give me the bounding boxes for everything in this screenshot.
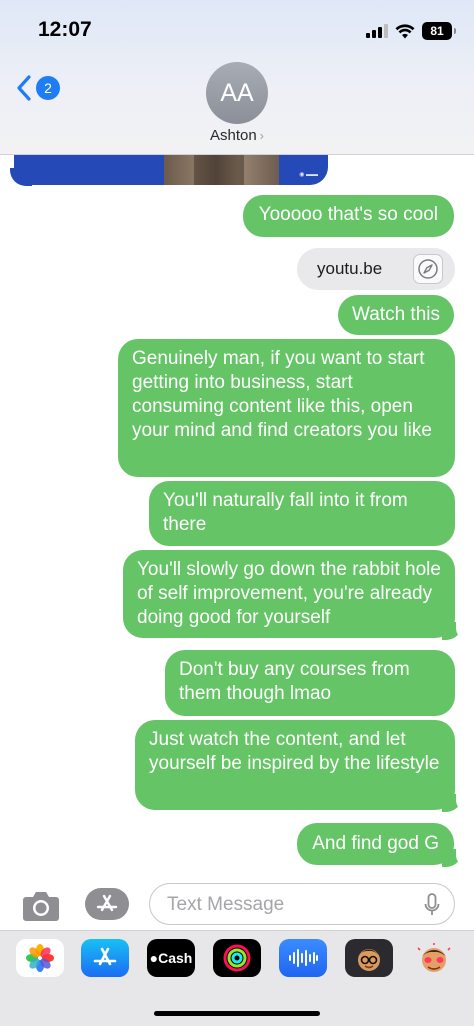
apple-cash-label: Cash: [158, 950, 193, 966]
message-input-placeholder: Text Message: [167, 894, 285, 915]
sent-message-bubble[interactable]: Genuinely man, if you want to start gett…: [118, 339, 455, 477]
battery-indicator: 81: [422, 22, 456, 40]
sent-message-bubble[interactable]: Just watch the content, and let yourself…: [135, 720, 455, 810]
microphone-icon[interactable]: [424, 893, 440, 917]
messages-screen: 12:07 81 2 AA Ashton › ◉ ▬▬ Yooooo that'…: [0, 0, 474, 1026]
sent-message-bubble[interactable]: Don't buy any courses from them though l…: [165, 650, 455, 716]
sent-message-bubble[interactable]: And find god G: [297, 823, 454, 865]
image-watermark-icon: ◉ ▬▬: [299, 172, 318, 178]
chevron-right-icon: ›: [259, 128, 265, 143]
apple-cash-app-icon[interactable]: ●Cash: [147, 939, 195, 977]
memoji-stickers-app-icon[interactable]: [410, 939, 458, 977]
link-preview-domain: youtu.be: [317, 259, 383, 278]
sent-message-bubble[interactable]: Yooooo that's so cool: [242, 195, 454, 237]
app-store-app-icon[interactable]: [81, 939, 129, 977]
status-time: 12:07: [38, 18, 92, 41]
bubble-tail-mask: [456, 620, 470, 640]
chevron-left-icon: [17, 75, 31, 101]
bubble-tail-mask: [456, 847, 470, 867]
unread-count-badge: 2: [36, 76, 60, 100]
status-indicators: 81: [366, 20, 456, 42]
photos-app-icon[interactable]: [16, 939, 64, 977]
camera-button[interactable]: [22, 888, 60, 922]
cellular-signal-icon: [366, 24, 388, 38]
sent-message-bubble[interactable]: You'll naturally fall into it from there: [149, 481, 455, 546]
camera-icon: [23, 892, 59, 921]
sent-message-bubble[interactable]: You'll slowly go down the rabbit hole of…: [123, 550, 455, 638]
contact-name: Ashton: [209, 127, 257, 144]
back-button[interactable]: 2: [16, 75, 60, 101]
bubble-tail-mask: [456, 792, 470, 812]
sent-message-bubble[interactable]: Watch this: [338, 295, 454, 335]
received-image-attachment[interactable]: ◉ ▬▬: [14, 150, 328, 185]
memoji-app-icon[interactable]: [345, 939, 393, 977]
app-store-icon: [96, 894, 118, 912]
compass-icon: [413, 254, 443, 284]
link-preview-bubble[interactable]: youtu.be: [297, 248, 455, 290]
wifi-icon: [395, 23, 415, 38]
message-input[interactable]: Text Message: [149, 883, 455, 925]
home-indicator: [154, 1011, 320, 1016]
apps-button[interactable]: [85, 888, 129, 920]
audio-message-app-icon[interactable]: [279, 939, 327, 977]
image-figure: [164, 150, 279, 185]
fitness-app-icon[interactable]: [213, 939, 261, 977]
contact-avatar[interactable]: AA: [206, 62, 268, 124]
conversation-header: 12:07 81 2 AA Ashton ›: [0, 0, 474, 155]
contact-name-button[interactable]: Ashton ›: [0, 127, 474, 144]
